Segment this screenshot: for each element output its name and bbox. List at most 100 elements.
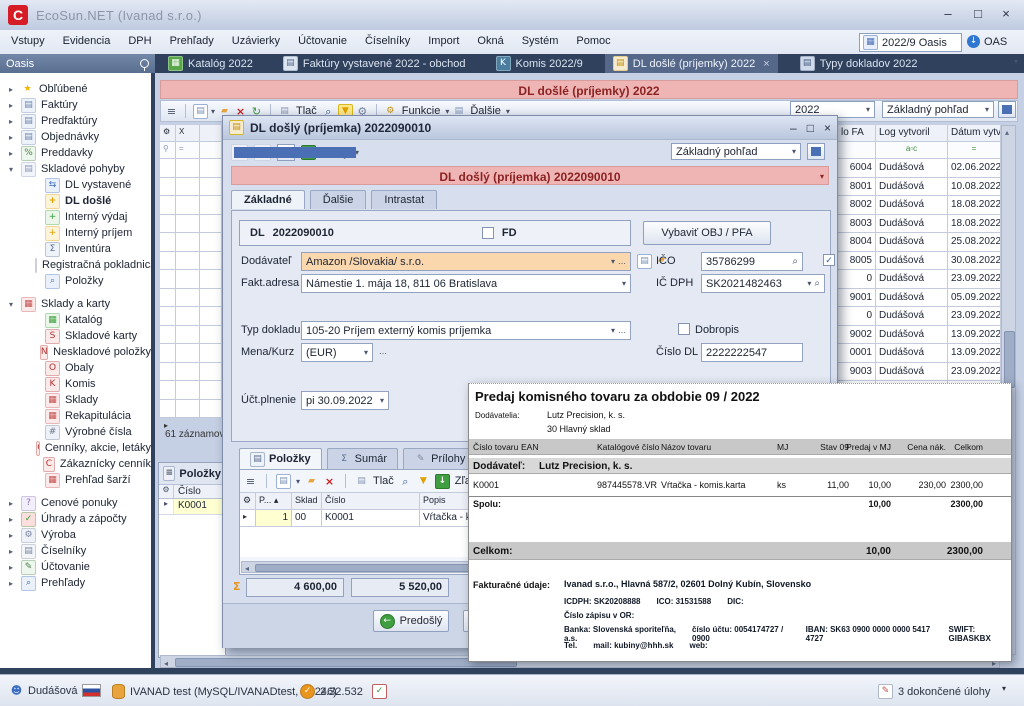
sidebar-item-faktury[interactable]: ▸▤Faktúry — [4, 97, 151, 113]
header-column-sklad[interactable]: Sklad — [292, 493, 322, 510]
column-datum-vytv[interactable]: Dátum vytv... — [948, 125, 1001, 142]
menu-prehlady[interactable]: Prehľady — [161, 30, 223, 54]
grid-cell[interactable]: 02.06.2022 — [948, 159, 1001, 178]
pin-icon[interactable] — [140, 59, 149, 68]
header-column-cislo[interactable]: Číslo — [322, 493, 420, 510]
grid-cell[interactable]: Dudášová — [876, 289, 948, 308]
new-document-icon[interactable]: ▤ — [193, 104, 208, 119]
items-new-dropdown-icon[interactable]: ▾ — [296, 477, 300, 486]
panel-cell[interactable]: K0001 — [174, 499, 225, 514]
ico-checkbox[interactable]: ✓ — [823, 254, 835, 266]
scroll-up-icon[interactable]: ▴ — [1005, 128, 1009, 137]
menu-icon[interactable]: ≡ — [165, 105, 178, 118]
grid-cell[interactable]: 8005 — [838, 252, 876, 271]
grid-cell[interactable]: 18.08.2022 — [948, 196, 1001, 215]
grid-cell[interactable]: 0 — [838, 270, 876, 289]
tab-komis-2022-9[interactable]: KKomis 2022/9 — [488, 54, 591, 73]
sidebar-item-komis[interactable]: KKomis — [4, 376, 151, 392]
grid-cell[interactable]: Dudášová — [876, 363, 948, 382]
header-items-grid-settings-icon[interactable]: ⚙ — [240, 493, 256, 510]
dodavatel-field[interactable]: Amazon /Slovakia/ s.r.o. ▾ … — [301, 252, 631, 271]
expand-down-icon[interactable]: ▾ — [6, 300, 16, 309]
grid-cell[interactable]: 10.08.2022 — [948, 178, 1001, 197]
grid-cell[interactable]: 0001 — [838, 344, 876, 363]
items-tab-prilohy[interactable]: ✎ Prílohy — [403, 448, 476, 469]
sidebar-item-obaly[interactable]: OObaly — [4, 360, 151, 376]
header-column-p[interactable]: P... ▴ — [256, 493, 292, 510]
tab-typy-dokladov-2022[interactable]: ▤Typy dokladov 2022 — [792, 54, 926, 73]
grid-cell[interactable]: Dudášová — [876, 307, 948, 326]
sidebar-item-uctovanie[interactable]: ▸✎Účtovanie — [4, 559, 151, 575]
maximize-button[interactable]: □ — [964, 4, 992, 24]
menu-evidencia[interactable]: Evidencia — [54, 30, 120, 54]
minimize-button[interactable]: – — [934, 4, 962, 24]
calendar-check-icon[interactable]: ✓ — [372, 684, 387, 699]
expand-right-icon[interactable]: ▸ — [6, 515, 16, 524]
menu-ciselniky[interactable]: Číselníky — [356, 30, 419, 54]
expand-right-icon[interactable]: ▸ — [6, 499, 16, 508]
sidebar-item-registracna-pokladnica[interactable]: ▣Registračná pokladnica — [4, 257, 151, 273]
cislo-dl-field[interactable]: 2222222547 — [701, 343, 803, 362]
dialog-caption[interactable]: ▤ DL došlý (príjemka) 2022090010 – □ × — [223, 116, 837, 140]
fakt-adresa-field[interactable]: Námestie 1. mája 18, 811 06 Bratislava ▾ — [301, 274, 631, 293]
sidebar-item-skladove-pohyby[interactable]: ▾▤Skladové pohyby — [4, 161, 151, 177]
status-tasks[interactable]: 3 dokončené úlohy — [898, 686, 990, 698]
previous-button[interactable]: ← Predošlý — [373, 610, 449, 632]
grid-cell[interactable]: 6004 — [838, 159, 876, 178]
typ-dokladu-dropdown-icon[interactable]: ▾ — [611, 326, 615, 335]
grid-cell[interactable]: Dudášová — [876, 215, 948, 234]
items-folder-icon[interactable]: ▰ — [305, 475, 318, 488]
banner-dropdown-icon[interactable]: ▾ — [820, 172, 824, 181]
sidebar-item-predfaktury[interactable]: ▸▤Predfaktúry — [4, 113, 151, 129]
sidebar-item-cenove-ponuky[interactable]: ▸?Cenové ponuky — [4, 495, 151, 511]
period-selector[interactable]: ▦ 2022/9 Oasis — [859, 33, 962, 52]
header-grid-settings-icon[interactable]: ⚙ — [160, 125, 176, 142]
sidebar-item-prehlady[interactable]: ▸⌕Prehľady — [4, 575, 151, 591]
sidebar-item-objednavky[interactable]: ▸▤Objednávky — [4, 129, 151, 145]
grid-settings-icon[interactable]: ⚙ — [159, 485, 174, 498]
filter-eq-icon[interactable] — [838, 142, 876, 159]
dialog-minimize-button[interactable]: – — [790, 121, 797, 135]
expand-right-icon[interactable]: ▸ — [6, 547, 16, 556]
sidebar-item-interny-prijem[interactable]: +Interný príjem — [4, 225, 151, 241]
column-lo-fa[interactable]: lo FA — [838, 125, 876, 142]
menu-vstupy[interactable]: Vstupy — [2, 30, 54, 54]
grid-cell[interactable]: 9001 — [838, 289, 876, 308]
sidebar-item-vyroba[interactable]: ▸⚙Výroba — [4, 527, 151, 543]
grid-cell[interactable]: 25.08.2022 — [948, 233, 1001, 252]
panel-menu-icon[interactable]: ≡ — [163, 466, 175, 481]
sidebar-item-zakaznicky-cennik[interactable]: CZákaznícky cenník — [4, 456, 151, 472]
status-version[interactable]: 2.32.532 — [320, 686, 363, 698]
filter-abc-icon[interactable]: a▫c — [876, 142, 948, 159]
grid-cell[interactable]: Dudášová — [876, 252, 948, 271]
grid-cell[interactable]: 23.09.2022 — [948, 270, 1001, 289]
menu-import[interactable]: Import — [419, 30, 468, 54]
menu-uzavierky[interactable]: Uzávierky — [223, 30, 289, 54]
items-grid-cell[interactable]: K0001 — [322, 510, 420, 527]
grid-cell[interactable]: 8003 — [838, 215, 876, 234]
sidebar-item-skladove-karty[interactable]: SSkladové karty — [4, 328, 151, 344]
expand-right-icon[interactable]: ▸ — [6, 579, 16, 588]
expand-right-icon[interactable]: ▸ — [6, 531, 16, 540]
expand-right-icon[interactable]: ▸ — [6, 101, 16, 110]
grid-cell[interactable]: 9002 — [838, 326, 876, 345]
scrollbar-thumb[interactable] — [1004, 331, 1015, 388]
sidebar-item-sklady-a-karty[interactable]: ▾▦Sklady a karty — [4, 296, 151, 312]
sidebar-item-prehlad-sarzi[interactable]: ▦Prehľad šarží — [4, 472, 151, 488]
sidebar-item-sklady[interactable]: ▦Sklady — [4, 392, 151, 408]
items-grid-cell[interactable]: 00 — [292, 510, 322, 527]
sidebar-item-inventura[interactable]: ΣInventúra — [4, 241, 151, 257]
icdph-dropdown-icon[interactable]: ▾ — [807, 279, 811, 288]
items-tab-sumar[interactable]: Σ Sumár — [327, 448, 398, 469]
dialog-maximize-button[interactable]: □ — [807, 121, 814, 135]
items-print-icon[interactable]: ▤ — [355, 475, 368, 488]
tab-faktury-vystavene-2022-obchod[interactable]: ▤Faktúry vystavené 2022 - obchod — [275, 54, 474, 73]
dodavatel-more-icon[interactable]: … — [618, 257, 626, 266]
sidebar-item-uhrady-a-zapocty[interactable]: ▸✓Úhrady a zápočty — [4, 511, 151, 527]
items-tab-polozky[interactable]: ▤ Položky — [239, 448, 322, 469]
filter-cell[interactable]: ⚲ — [160, 142, 176, 159]
ico-field[interactable]: 35786299 ⌕ — [701, 252, 803, 271]
filter-cell[interactable]: = — [176, 142, 200, 159]
tab-close-icon[interactable]: × — [763, 58, 769, 70]
sidebar-item-interny-vydaj[interactable]: +Interný výdaj — [4, 209, 151, 225]
